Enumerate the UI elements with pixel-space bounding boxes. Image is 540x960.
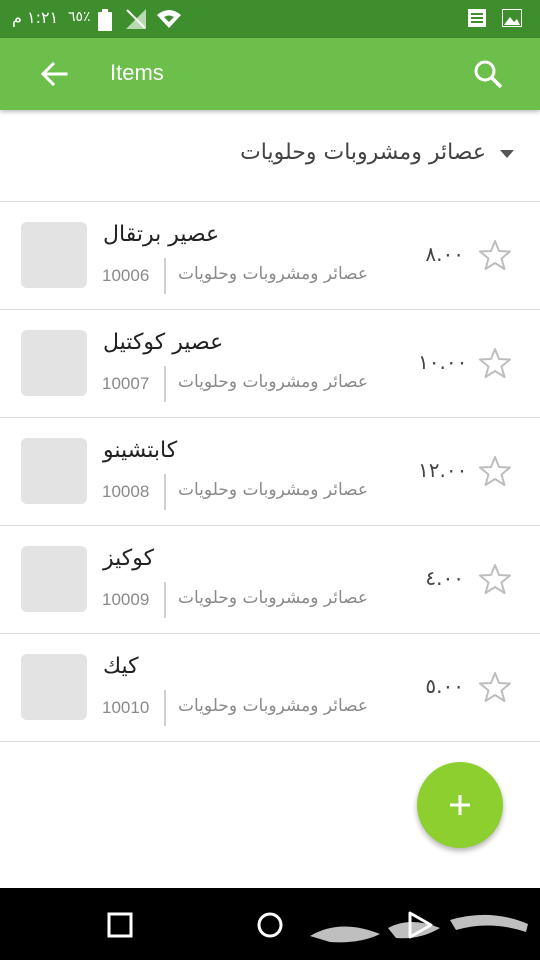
item-price: ١٢.٠٠ bbox=[418, 458, 468, 482]
item-thumbnail bbox=[21, 438, 87, 504]
item-price: ١٠.٠٠ bbox=[418, 350, 468, 374]
item-divider bbox=[164, 366, 166, 402]
recents-nav-icon[interactable] bbox=[105, 910, 135, 940]
item-thumbnail bbox=[21, 546, 87, 612]
list-item[interactable]: عصير كوكتيل 10007 عصائر ومشروبات وحلويات… bbox=[0, 310, 540, 418]
item-thumbnail bbox=[21, 222, 87, 288]
item-divider bbox=[164, 690, 166, 726]
star-outline-icon[interactable] bbox=[478, 238, 512, 272]
item-divider bbox=[164, 582, 166, 618]
item-category: عصائر ومشروبات وحلويات bbox=[178, 480, 369, 500]
dropdown-caret-icon bbox=[500, 150, 514, 158]
notes-icon bbox=[468, 9, 486, 31]
watermark-logo bbox=[310, 914, 528, 943]
add-item-button[interactable] bbox=[417, 762, 503, 848]
item-code: 10007 bbox=[102, 374, 150, 393]
home-nav-icon[interactable] bbox=[255, 910, 285, 940]
item-code: 10009 bbox=[102, 590, 150, 609]
item-code: 10008 bbox=[102, 482, 150, 501]
star-outline-icon[interactable] bbox=[478, 562, 512, 596]
item-name: كيك bbox=[103, 654, 139, 679]
status-bar: ١:٢١ م ٦٥٪ bbox=[0, 0, 540, 38]
item-price: ٨.٠٠ bbox=[425, 242, 464, 266]
item-category: عصائر ومشروبات وحلويات bbox=[178, 588, 369, 608]
wifi-icon bbox=[156, 9, 182, 33]
category-dropdown[interactable]: عصائر ومشروبات وحلويات bbox=[0, 110, 540, 202]
list-item[interactable]: كوكيز 10009 عصائر ومشروبات وحلويات ٤.٠٠ bbox=[0, 526, 540, 634]
add-icon bbox=[450, 795, 470, 815]
item-thumbnail bbox=[21, 654, 87, 720]
item-code: 10010 bbox=[102, 698, 150, 717]
image-icon bbox=[501, 8, 523, 31]
item-thumbnail bbox=[21, 330, 87, 396]
star-outline-icon[interactable] bbox=[478, 346, 512, 380]
category-selected-label: عصائر ومشروبات وحلويات bbox=[240, 140, 486, 165]
star-outline-icon[interactable] bbox=[478, 454, 512, 488]
item-divider bbox=[164, 258, 166, 294]
item-price: ٤.٠٠ bbox=[425, 566, 464, 590]
page-title: Items bbox=[110, 60, 164, 85]
item-category: عصائر ومشروبات وحلويات bbox=[178, 264, 369, 284]
item-category: عصائر ومشروبات وحلويات bbox=[178, 372, 369, 392]
app-bar: Items bbox=[0, 38, 540, 110]
item-name: كوكيز bbox=[103, 546, 155, 571]
item-price: ٥.٠٠ bbox=[425, 674, 464, 698]
item-name: عصير برتقال bbox=[103, 222, 220, 247]
list-item[interactable]: عصير برتقال 10006 عصائر ومشروبات وحلويات… bbox=[0, 202, 540, 310]
item-list: عصير برتقال 10006 عصائر ومشروبات وحلويات… bbox=[0, 202, 540, 742]
item-name: كابتشينو bbox=[103, 438, 178, 463]
list-item[interactable]: كابتشينو 10008 عصائر ومشروبات وحلويات ١٢… bbox=[0, 418, 540, 526]
item-name: عصير كوكتيل bbox=[103, 330, 224, 355]
list-item[interactable]: كيك 10010 عصائر ومشروبات وحلويات ٥.٠٠ bbox=[0, 634, 540, 742]
item-divider bbox=[164, 474, 166, 510]
battery-percent: ٦٥٪ bbox=[68, 9, 91, 25]
star-outline-icon[interactable] bbox=[478, 670, 512, 704]
signal-off-icon bbox=[126, 9, 146, 33]
search-icon[interactable] bbox=[470, 56, 506, 92]
item-code: 10006 bbox=[102, 266, 150, 285]
item-category: عصائر ومشروبات وحلويات bbox=[178, 696, 369, 716]
back-arrow-icon[interactable] bbox=[36, 56, 72, 92]
status-time: ١:٢١ م bbox=[12, 8, 59, 27]
battery-icon bbox=[98, 9, 112, 35]
